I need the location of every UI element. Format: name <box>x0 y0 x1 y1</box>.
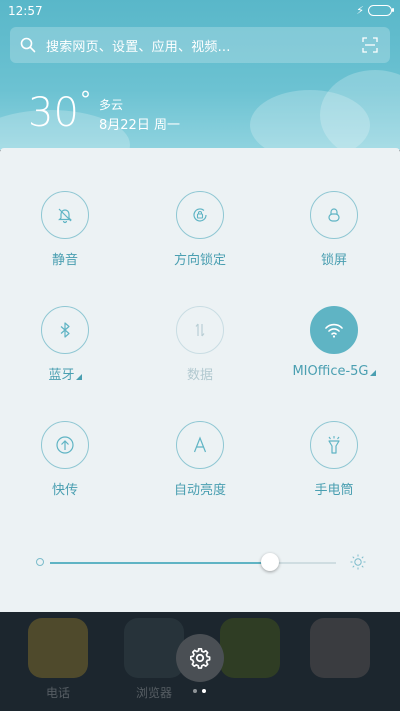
auto-brightness-icon <box>176 421 224 469</box>
search-bar[interactable]: 搜索网页、设置、应用、视频... <box>10 27 390 63</box>
status-bar: 12:57 ⚡ <box>0 0 400 22</box>
settings-button[interactable] <box>176 634 224 682</box>
brightness-low-icon <box>36 558 44 566</box>
toggle-label: 蓝牙 <box>5 364 125 383</box>
toggle-label: 手电筒 <box>314 483 354 498</box>
toggle-label: 数据 <box>186 368 213 383</box>
temperature: 30 <box>28 90 79 136</box>
gear-icon <box>190 648 211 669</box>
toggle-auto-brightness[interactable]: 自动亮度 <box>140 421 260 498</box>
brightness-slider[interactable] <box>36 552 366 572</box>
quick-settings-panel: 静音 方向锁定 锁屏 蓝牙 数据 MIOffice-5G 快传 自动亮度 手电筒 <box>0 148 400 612</box>
cloud-decoration <box>320 70 400 150</box>
page-dot-active <box>202 689 206 693</box>
mobile-data-icon <box>176 306 224 354</box>
lock-icon <box>310 191 358 239</box>
dropdown-indicator-icon <box>369 370 376 376</box>
app-icon <box>220 618 280 678</box>
slider-fill <box>50 562 271 564</box>
page-indicator <box>193 689 206 693</box>
wifi-icon <box>310 306 358 354</box>
mute-bell-icon <box>41 191 89 239</box>
scan-icon[interactable] <box>362 37 378 53</box>
app-icon-phone <box>28 618 88 678</box>
quick-transfer-icon <box>41 421 89 469</box>
slider-thumb[interactable] <box>261 553 280 571</box>
toggle-wifi[interactable]: MIOffice-5G <box>274 306 394 379</box>
toggle-label-text: MIOffice-5G <box>292 364 369 379</box>
app-label: 浏览器 <box>135 686 172 700</box>
rotation-lock-icon <box>176 191 224 239</box>
bluetooth-icon <box>41 306 89 354</box>
toggle-quick-transfer[interactable]: 快传 <box>5 421 125 498</box>
dropdown-indicator-icon <box>75 374 82 380</box>
toggle-label: 方向锁定 <box>173 253 226 268</box>
notification-header: 12:57 ⚡ 搜索网页、设置、应用、视频... 30 ° 多云 8月22日 周… <box>0 0 400 150</box>
toggle-bluetooth[interactable]: 蓝牙 <box>5 306 125 383</box>
toggle-label: 静音 <box>51 253 78 268</box>
toggle-label: 自动亮度 <box>173 483 226 498</box>
toggle-mute[interactable]: 静音 <box>5 191 125 268</box>
toggle-label-text: 蓝牙 <box>48 368 75 383</box>
app-icon-browser <box>124 618 184 678</box>
toggle-label: 锁屏 <box>320 253 347 268</box>
weather-date: 8月22日 周一 <box>99 118 180 133</box>
degree-symbol: ° <box>80 88 91 113</box>
brightness-high-icon <box>350 554 366 570</box>
search-input[interactable]: 搜索网页、设置、应用、视频... <box>46 36 231 55</box>
toggle-mobile-data[interactable]: 数据 <box>140 306 260 383</box>
charging-icon: ⚡ <box>356 4 364 17</box>
app-label: 电话 <box>45 686 70 700</box>
app-icon <box>310 618 370 678</box>
toggle-label: 快传 <box>51 483 78 498</box>
page-dot <box>193 689 197 693</box>
toggle-flashlight[interactable]: 手电筒 <box>274 421 394 498</box>
toggle-label: MIOffice-5G <box>274 364 394 379</box>
battery-icon <box>368 5 394 16</box>
status-time: 12:57 <box>8 4 43 18</box>
flashlight-icon <box>310 421 358 469</box>
weather-condition: 多云 <box>99 98 124 112</box>
toggle-lock-screen[interactable]: 锁屏 <box>274 191 394 268</box>
toggle-rotation-lock[interactable]: 方向锁定 <box>140 191 260 268</box>
search-icon <box>20 37 36 53</box>
